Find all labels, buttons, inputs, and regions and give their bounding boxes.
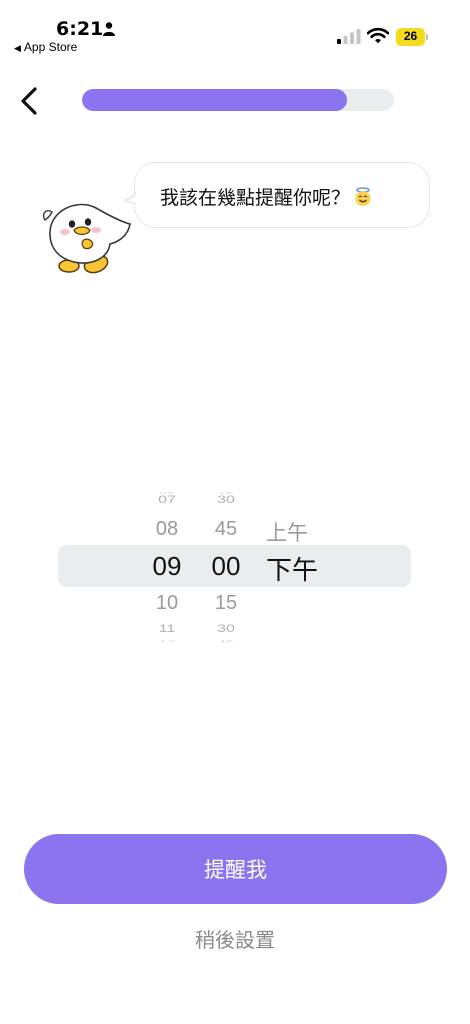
- minute-option: 30: [217, 493, 235, 506]
- hour-option: 12: [159, 638, 175, 643]
- hour-option: 08: [155, 518, 179, 540]
- minute-option: 15: [214, 592, 238, 614]
- bubble-message: 我該在幾點提醒你呢？: [160, 183, 373, 210]
- minute-option: 45: [214, 518, 238, 540]
- hour-option: 07: [158, 493, 176, 506]
- progress-fill: [82, 89, 348, 111]
- minute-option: 30: [217, 622, 235, 635]
- hour-selected: 09: [152, 551, 182, 581]
- remind-me-button[interactable]: 提醒我: [24, 834, 447, 904]
- cellular-signal-icon: [337, 29, 361, 44]
- back-chevron-icon[interactable]: [14, 84, 46, 118]
- minute-selected: 00: [211, 551, 241, 581]
- battery-nub: [426, 34, 428, 40]
- remind-me-label: 提醒我: [204, 858, 267, 882]
- hour-option: 10: [155, 592, 179, 614]
- duck-mascot-icon: [42, 203, 131, 274]
- battery-level: 26: [403, 29, 418, 43]
- question-text: 我該在幾點提醒你呢？: [160, 187, 351, 209]
- progress-bar: [82, 89, 394, 111]
- wifi-icon: [367, 27, 389, 44]
- smiling-face-with-halo-icon: [355, 187, 371, 206]
- period-selected-pm[interactable]: 下午: [266, 550, 318, 587]
- back-to-app-store[interactable]: ◀ App Store: [14, 40, 77, 54]
- battery-icon: 26: [396, 28, 428, 46]
- hour-option: 11: [158, 622, 176, 635]
- minute-option: 45: [218, 638, 234, 643]
- back-triangle-icon: ◀: [14, 43, 21, 53]
- back-app-label: App Store: [23, 40, 78, 54]
- speech-bubble-tail: [124, 191, 137, 205]
- status-bar: 6:21 ◀ App Store 26: [0, 0, 470, 60]
- period-option-am[interactable]: 上午: [266, 517, 308, 547]
- set-later-link[interactable]: 稍後設置: [0, 924, 470, 953]
- person-icon: [103, 22, 115, 36]
- status-time: 6:21: [56, 18, 104, 40]
